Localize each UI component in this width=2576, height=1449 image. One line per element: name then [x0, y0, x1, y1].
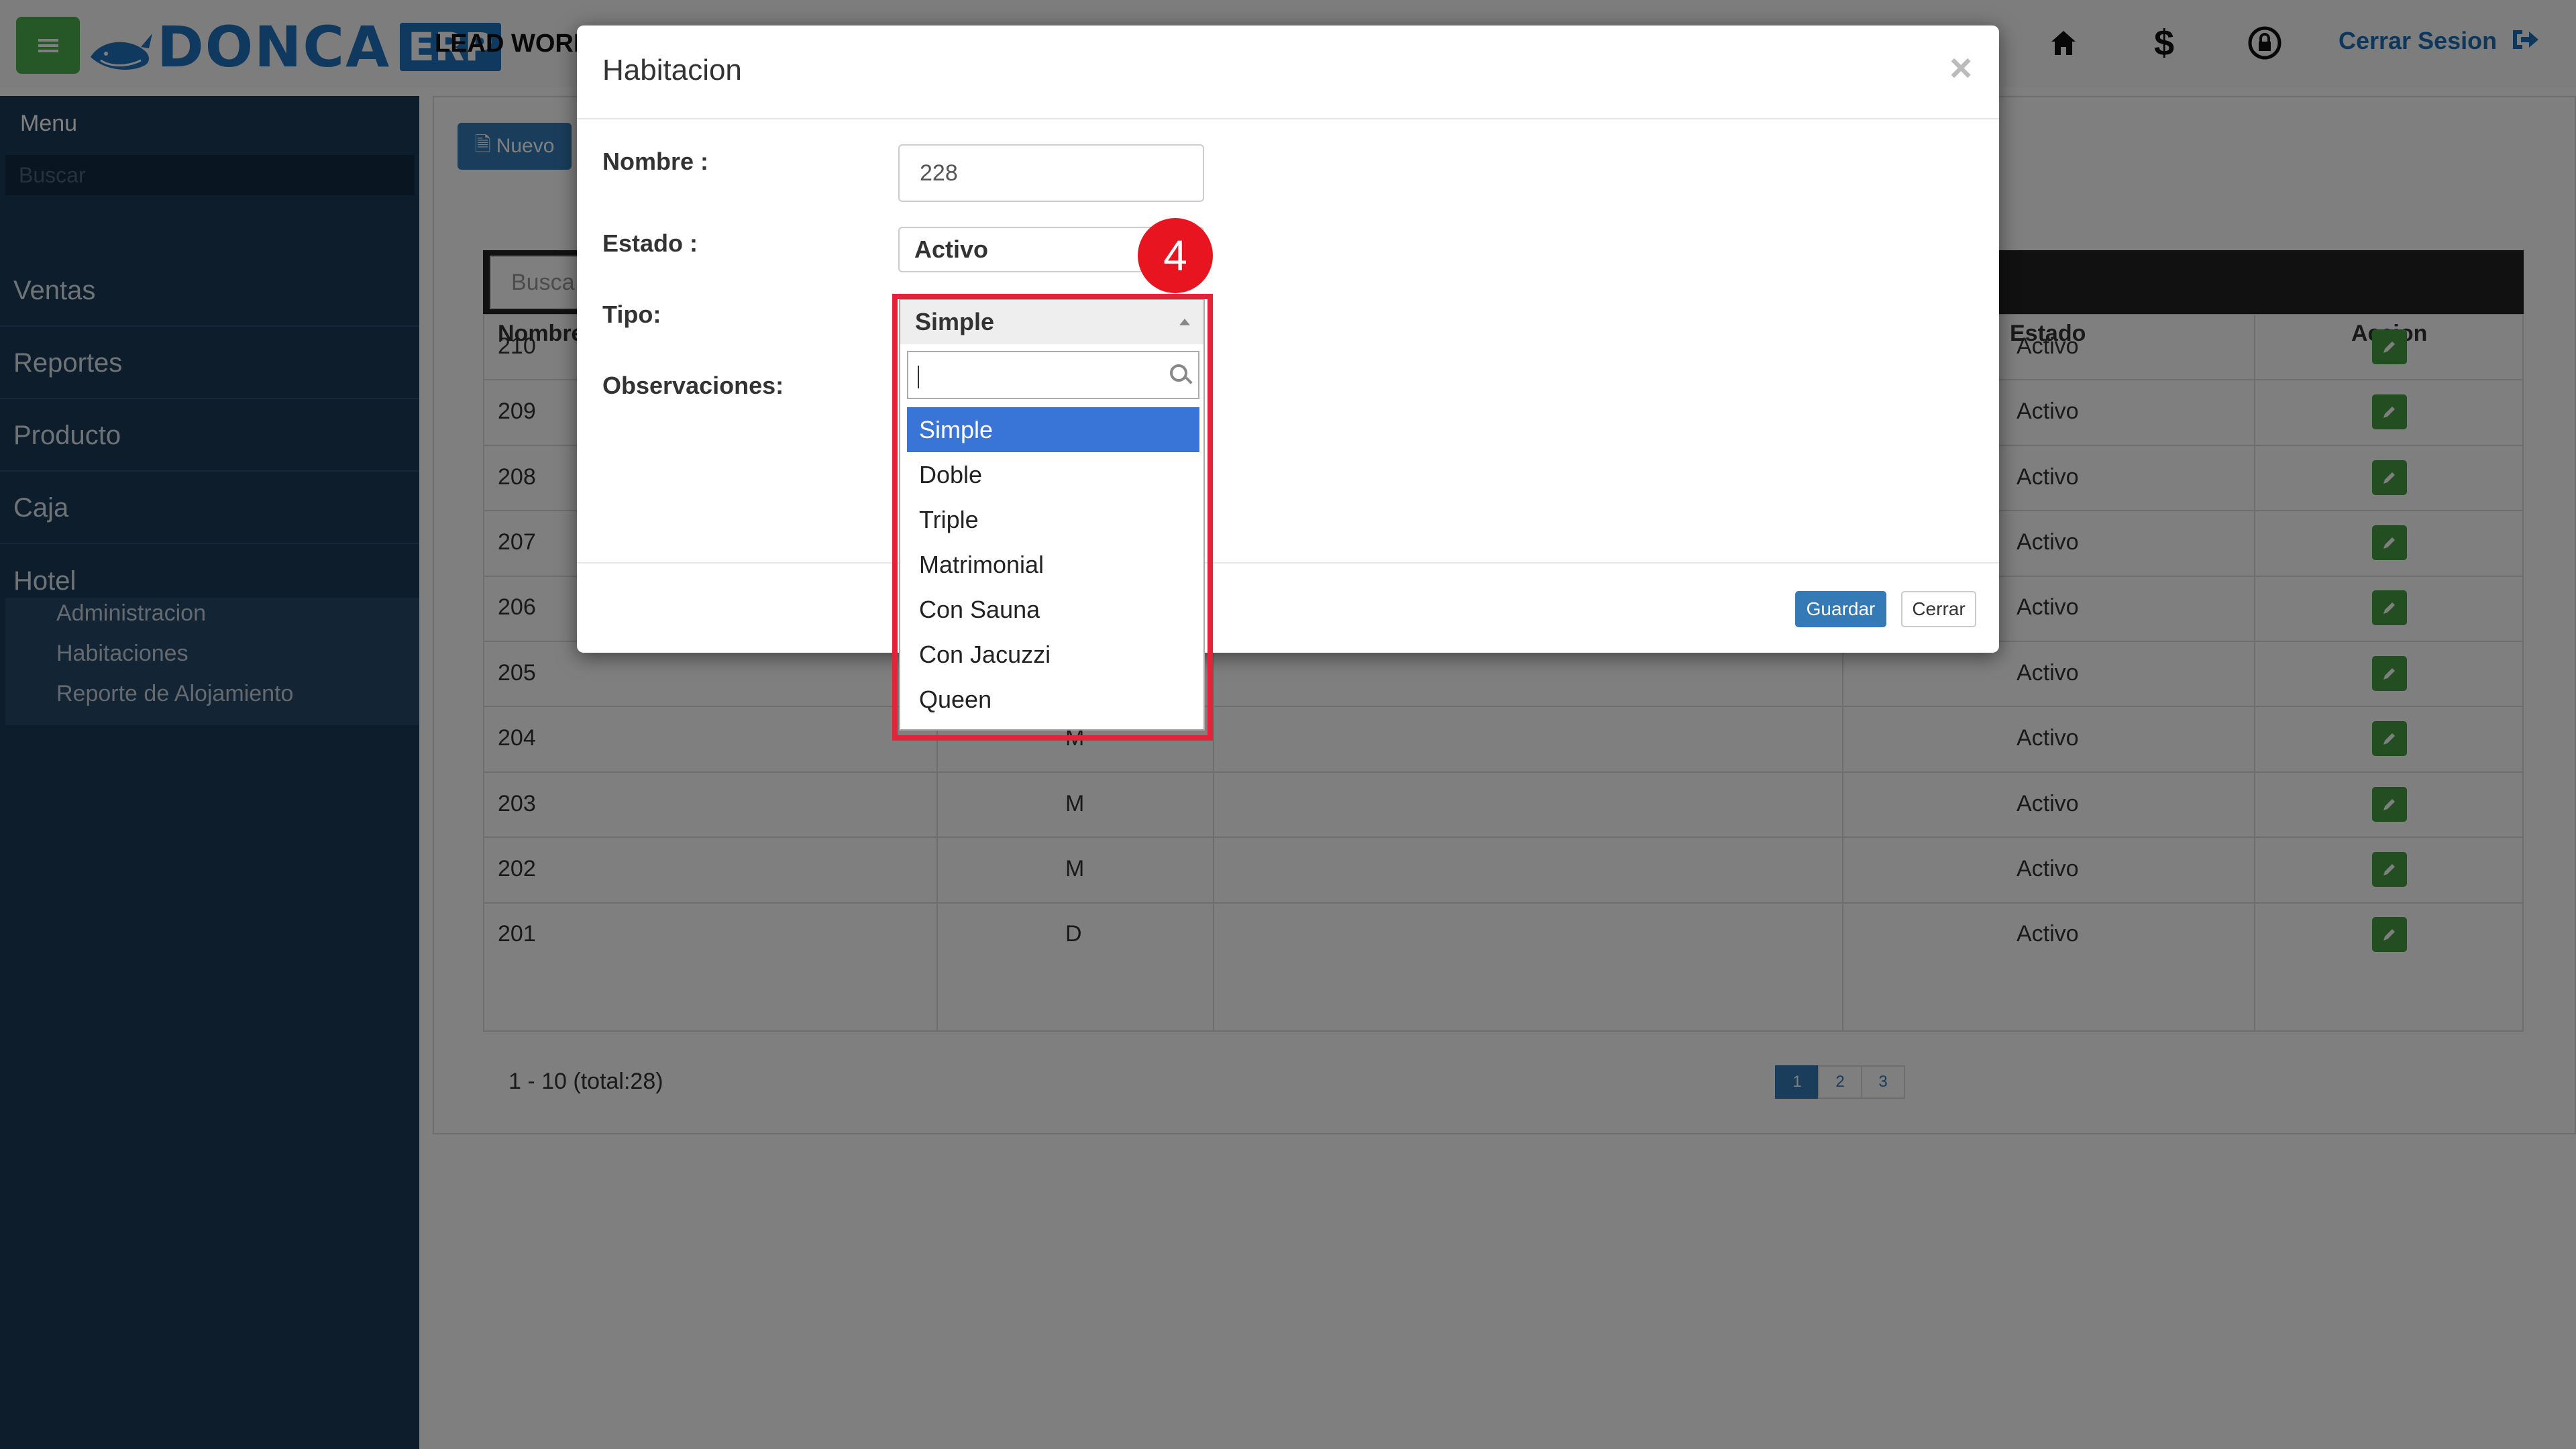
observaciones-label: Observaciones: [602, 372, 784, 399]
modal-header: Habitacion × [577, 25, 1999, 119]
nombre-label: Nombre : [602, 148, 709, 175]
estado-label: Estado : [602, 229, 698, 257]
cancel-button[interactable]: Cerrar [1901, 591, 1976, 627]
nombre-input[interactable]: 228 [898, 144, 1204, 202]
step-highlight-box [892, 294, 1213, 741]
modal-title: Habitacion [602, 54, 742, 87]
habitacion-modal: Habitacion × Nombre : 228 Estado : Activ… [577, 25, 1999, 653]
tipo-label: Tipo: [602, 301, 661, 328]
modal-footer-divider [577, 562, 1999, 564]
close-icon[interactable]: × [1949, 46, 1972, 91]
save-button[interactable]: Guardar [1795, 591, 1886, 627]
step-badge: 4 [1138, 218, 1213, 293]
